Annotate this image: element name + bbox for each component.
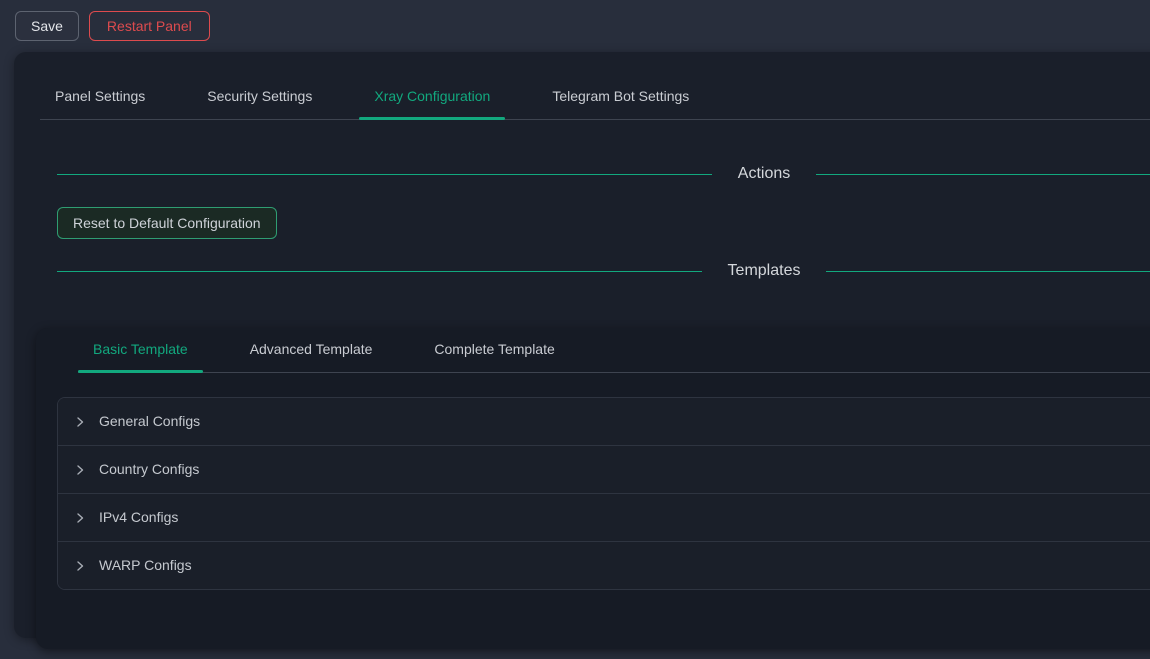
chevron-right-icon — [74, 512, 86, 524]
tab-complete-template[interactable]: Complete Template — [419, 328, 569, 372]
collapse-item-ipv4-configs: IPv4 Configs — [58, 493, 1150, 541]
collapse-item-warp-configs: WARP Configs — [58, 541, 1150, 589]
country-configs-header[interactable]: Country Configs — [58, 446, 1150, 493]
collapse-item-label: General Configs — [99, 411, 200, 432]
template-config-collapse: General Configs Country Configs — [57, 397, 1150, 590]
divider-line — [826, 271, 1150, 272]
collapse-item-country-configs: Country Configs — [58, 445, 1150, 493]
collapse-item-label: IPv4 Configs — [99, 507, 178, 528]
general-configs-header[interactable]: General Configs — [58, 398, 1150, 445]
ipv4-configs-header[interactable]: IPv4 Configs — [58, 494, 1150, 541]
tab-telegram-bot-settings[interactable]: Telegram Bot Settings — [537, 75, 704, 119]
tab-security-settings[interactable]: Security Settings — [192, 75, 327, 119]
chevron-right-icon — [74, 560, 86, 572]
save-button[interactable]: Save — [15, 11, 79, 41]
settings-tabs: Panel Settings Security Settings Xray Co… — [40, 75, 1150, 120]
divider-line — [57, 174, 712, 175]
templates-divider: Templates — [57, 260, 1150, 282]
divider-line — [816, 174, 1150, 175]
actions-divider-label: Actions — [712, 165, 816, 183]
top-action-bar: Save Restart Panel — [0, 0, 1150, 52]
restart-panel-button[interactable]: Restart Panel — [89, 11, 210, 41]
tab-panel-settings[interactable]: Panel Settings — [40, 75, 160, 119]
xray-configuration-panel: Actions Reset to Default Configuration T… — [14, 163, 1150, 649]
settings-card: Panel Settings Security Settings Xray Co… — [14, 52, 1150, 638]
warp-configs-header[interactable]: WARP Configs — [58, 542, 1150, 589]
chevron-right-icon — [74, 416, 86, 428]
reset-to-default-button[interactable]: Reset to Default Configuration — [57, 207, 277, 239]
chevron-right-icon — [74, 464, 86, 476]
templates-divider-label: Templates — [702, 262, 827, 280]
tab-basic-template[interactable]: Basic Template — [78, 328, 203, 372]
collapse-item-general-configs: General Configs — [58, 398, 1150, 445]
collapse-item-label: Country Configs — [99, 459, 199, 480]
divider-line — [57, 271, 702, 272]
templates-card: Basic Template Advanced Template Complet… — [36, 328, 1150, 649]
collapse-item-label: WARP Configs — [99, 555, 192, 576]
template-tabs: Basic Template Advanced Template Complet… — [78, 328, 1150, 373]
tab-advanced-template[interactable]: Advanced Template — [235, 328, 388, 372]
actions-divider: Actions — [57, 163, 1150, 185]
tab-xray-configuration[interactable]: Xray Configuration — [359, 75, 505, 119]
